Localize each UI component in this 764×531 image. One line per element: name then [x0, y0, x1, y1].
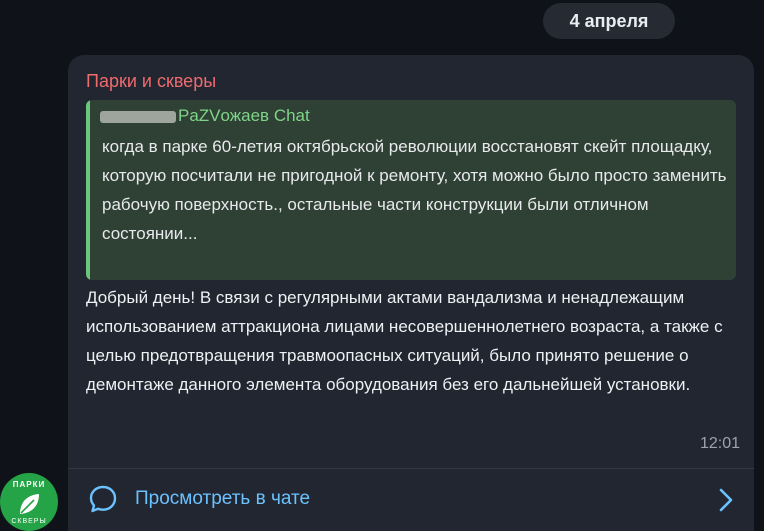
leaf-icon: [20, 494, 39, 514]
message-time: 12:01: [699, 435, 740, 452]
chevron-right-icon: [719, 488, 733, 512]
view-in-chat-label: Просмотреть в чате: [135, 488, 311, 509]
reply-author-name: PaZVожаев Chat: [178, 106, 310, 125]
reply-quote[interactable]: PaZVожаев Chat когда в парке 60-летия ок…: [86, 100, 736, 280]
chat-view: 4 апреля Парки и скверы PaZVожаев Chat к…: [0, 0, 764, 531]
chat-bubble-icon: [89, 485, 117, 513]
redacted-name: [100, 110, 176, 123]
reply-accent-bar: [86, 100, 90, 280]
avatar-bottom-text: СКВЕРЫ: [11, 518, 47, 525]
reply-text: когда в парке 60-летия октябрьской револ…: [102, 137, 727, 243]
message-text: Добрый день! В связи с регулярными актам…: [86, 288, 723, 394]
message-bubble[interactable]: Парки и скверы PaZVожаев Chat когда в па…: [68, 55, 754, 531]
reply-author: PaZVожаев Chat: [100, 106, 310, 126]
avatar[interactable]: ПАРКИ СКВЕРЫ: [0, 473, 58, 531]
date-separator: 4 апреля: [543, 3, 675, 39]
sender-name[interactable]: Парки и скверы: [86, 71, 216, 92]
avatar-top-text: ПАРКИ: [12, 480, 46, 489]
view-in-chat-button[interactable]: Просмотреть в чате: [68, 469, 754, 531]
